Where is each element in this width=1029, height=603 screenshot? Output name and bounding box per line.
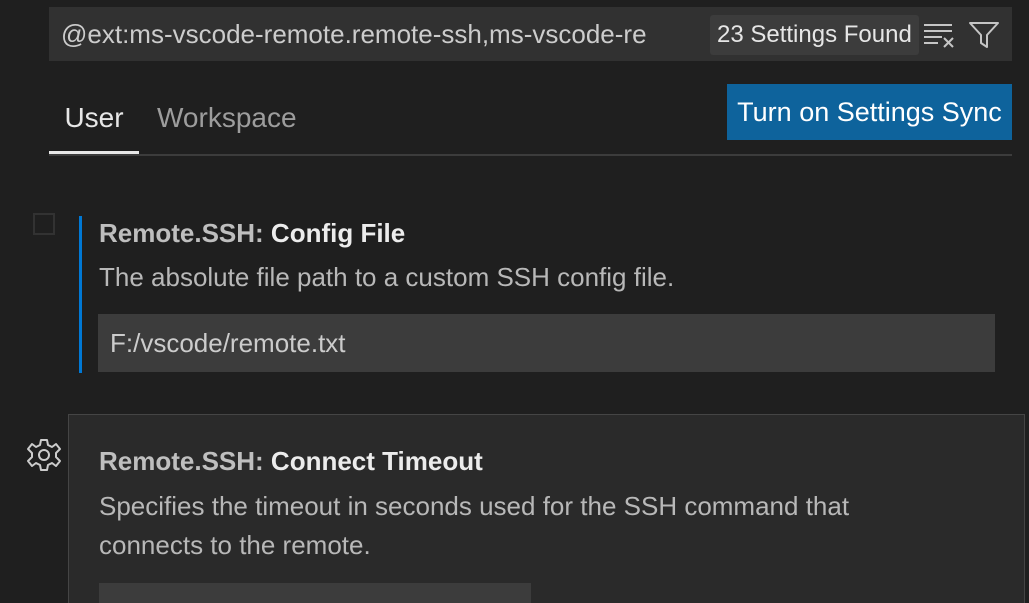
connect-timeout-input[interactable] (99, 583, 531, 603)
setting-name: Connect Timeout (270, 446, 483, 476)
setting-description: Specifies the timeout in seconds used fo… (99, 491, 850, 560)
clear-filter-icon[interactable] (921, 17, 957, 53)
active-tab-indicator (49, 151, 139, 154)
settings-search-bar: 23 Settings Found (49, 7, 1012, 61)
filter-icon[interactable] (966, 17, 1002, 53)
tab-user[interactable]: User (49, 102, 139, 134)
setting-category: Remote.SSH: (99, 446, 271, 476)
setting-title: Remote.SSH: Config File (99, 218, 405, 249)
setting-connect-timeout: Remote.SSH: Connect Timeout Specifies th… (68, 414, 1025, 603)
turn-on-settings-sync-button[interactable]: Turn on Settings Sync (727, 84, 1012, 140)
gear-icon (31, 211, 57, 237)
settings-search-input[interactable] (49, 7, 699, 61)
settings-found-count-badge: 23 Settings Found (710, 15, 919, 55)
setting-name: Config File (270, 218, 406, 248)
setting-category: Remote.SSH: (99, 218, 271, 248)
config-file-input[interactable] (98, 314, 995, 372)
tab-workspace[interactable]: Workspace (157, 102, 297, 134)
gear-icon[interactable] (26, 437, 62, 473)
settings-editor: 23 Settings Found User Workspace (0, 0, 1029, 603)
setting-config-file: Remote.SSH: Config File The absolute fil… (79, 216, 1015, 373)
setting-description: The absolute file path to a custom SSH c… (99, 262, 675, 292)
setting-title: Remote.SSH: Connect Timeout (99, 446, 483, 477)
